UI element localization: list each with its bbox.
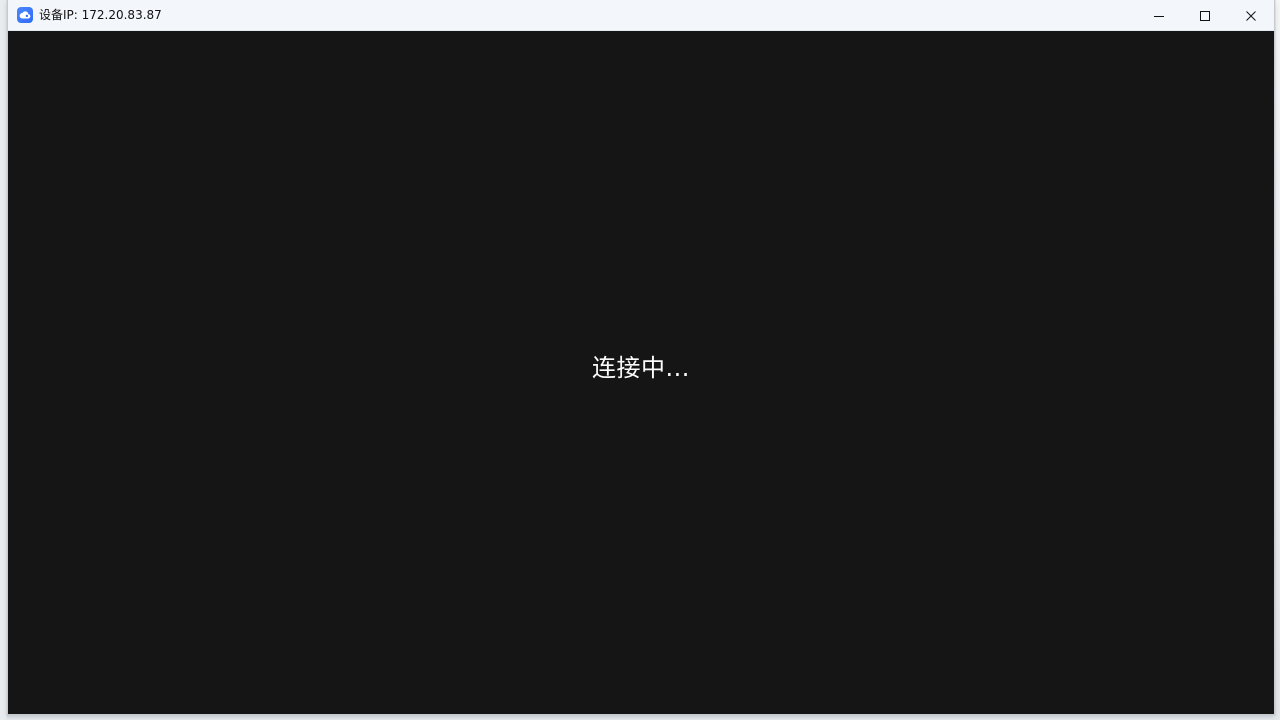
close-button[interactable] (1228, 0, 1274, 31)
maximize-icon (1200, 10, 1210, 21)
window-controls (1136, 0, 1274, 31)
cloud-app-icon (17, 7, 33, 23)
maximize-button[interactable] (1182, 0, 1228, 31)
minimize-icon (1154, 15, 1164, 17)
window-titlebar[interactable]: 设备IP: 172.20.83.87 (8, 0, 1274, 31)
remote-display-area[interactable]: 连接中... (8, 31, 1274, 714)
window-title: 设备IP: 172.20.83.87 (39, 7, 162, 22)
connection-status-text: 连接中... (592, 354, 690, 382)
minimize-button[interactable] (1136, 0, 1182, 31)
remote-device-window: 设备IP: 172.20.83.87 连接中... (7, 0, 1275, 715)
window-bottom-border (7, 714, 1273, 720)
close-icon (1246, 10, 1256, 21)
